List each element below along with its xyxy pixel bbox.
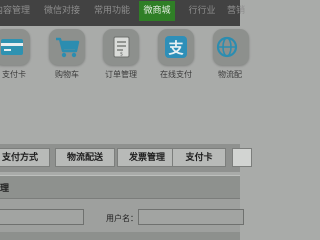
username-input[interactable] (138, 209, 244, 225)
subtab-payment-methods[interactable]: 支付方式 (0, 148, 50, 167)
nav-tab-marketing[interactable]: 营销 (226, 1, 246, 21)
bottom-bar (0, 232, 240, 240)
logistics-icon (216, 36, 238, 58)
card-label: 支付卡 (2, 70, 26, 79)
subtab-payment-card[interactable]: 支付卡 (172, 148, 226, 167)
shopping-cart-icon (56, 37, 80, 58)
form-panel: 理 用户名： (0, 175, 244, 240)
nav-tab-micro-mall[interactable]: 微商城 (139, 1, 175, 21)
logistics-tile[interactable] (213, 29, 249, 65)
online-payment-tile[interactable]: 支 (158, 29, 194, 65)
panel-header: 理 (0, 175, 240, 199)
subtab-current[interactable] (232, 148, 252, 167)
subtab-invoice-management[interactable]: 发票管理 (117, 148, 177, 167)
nav-tab-content-management[interactable]: 内容管理 (0, 1, 34, 21)
subtab-logistics-delivery[interactable]: 物流配送 (55, 148, 115, 167)
top-navigation: 内容管理 微信对接 常用功能 微商城 行行业 营销 (0, 0, 245, 26)
order-management-tile[interactable]: $ (103, 29, 139, 65)
svg-text:支: 支 (167, 39, 184, 57)
order-document-icon: $ (113, 36, 130, 58)
online-payment-label: 在线支付 (160, 70, 192, 79)
card-icon (1, 39, 23, 55)
shopping-cart-label: 购物车 (55, 70, 79, 79)
card-tile[interactable] (0, 29, 30, 65)
icon-grid: 支付卡 购物车 $ 订单管理 支 在线支付 物流配 (0, 26, 249, 144)
username-label: 用户名： (106, 214, 138, 223)
shopping-cart-tile[interactable] (49, 29, 85, 65)
nav-tab-industry[interactable]: 行行业 (182, 1, 222, 21)
panel-title: 理 (0, 184, 10, 194)
svg-text:$: $ (120, 52, 123, 58)
order-management-label: 订单管理 (105, 70, 137, 79)
logistics-label: 物流配 (218, 70, 242, 79)
search-field-left[interactable] (0, 209, 84, 225)
alipay-icon: 支 (165, 36, 187, 58)
nav-tab-wechat-integration[interactable]: 微信对接 (40, 1, 84, 21)
subtab-strip: 支付方式 物流配送 发票管理 支付卡 (0, 144, 252, 172)
nav-tab-common-functions[interactable]: 常用功能 (90, 1, 134, 21)
